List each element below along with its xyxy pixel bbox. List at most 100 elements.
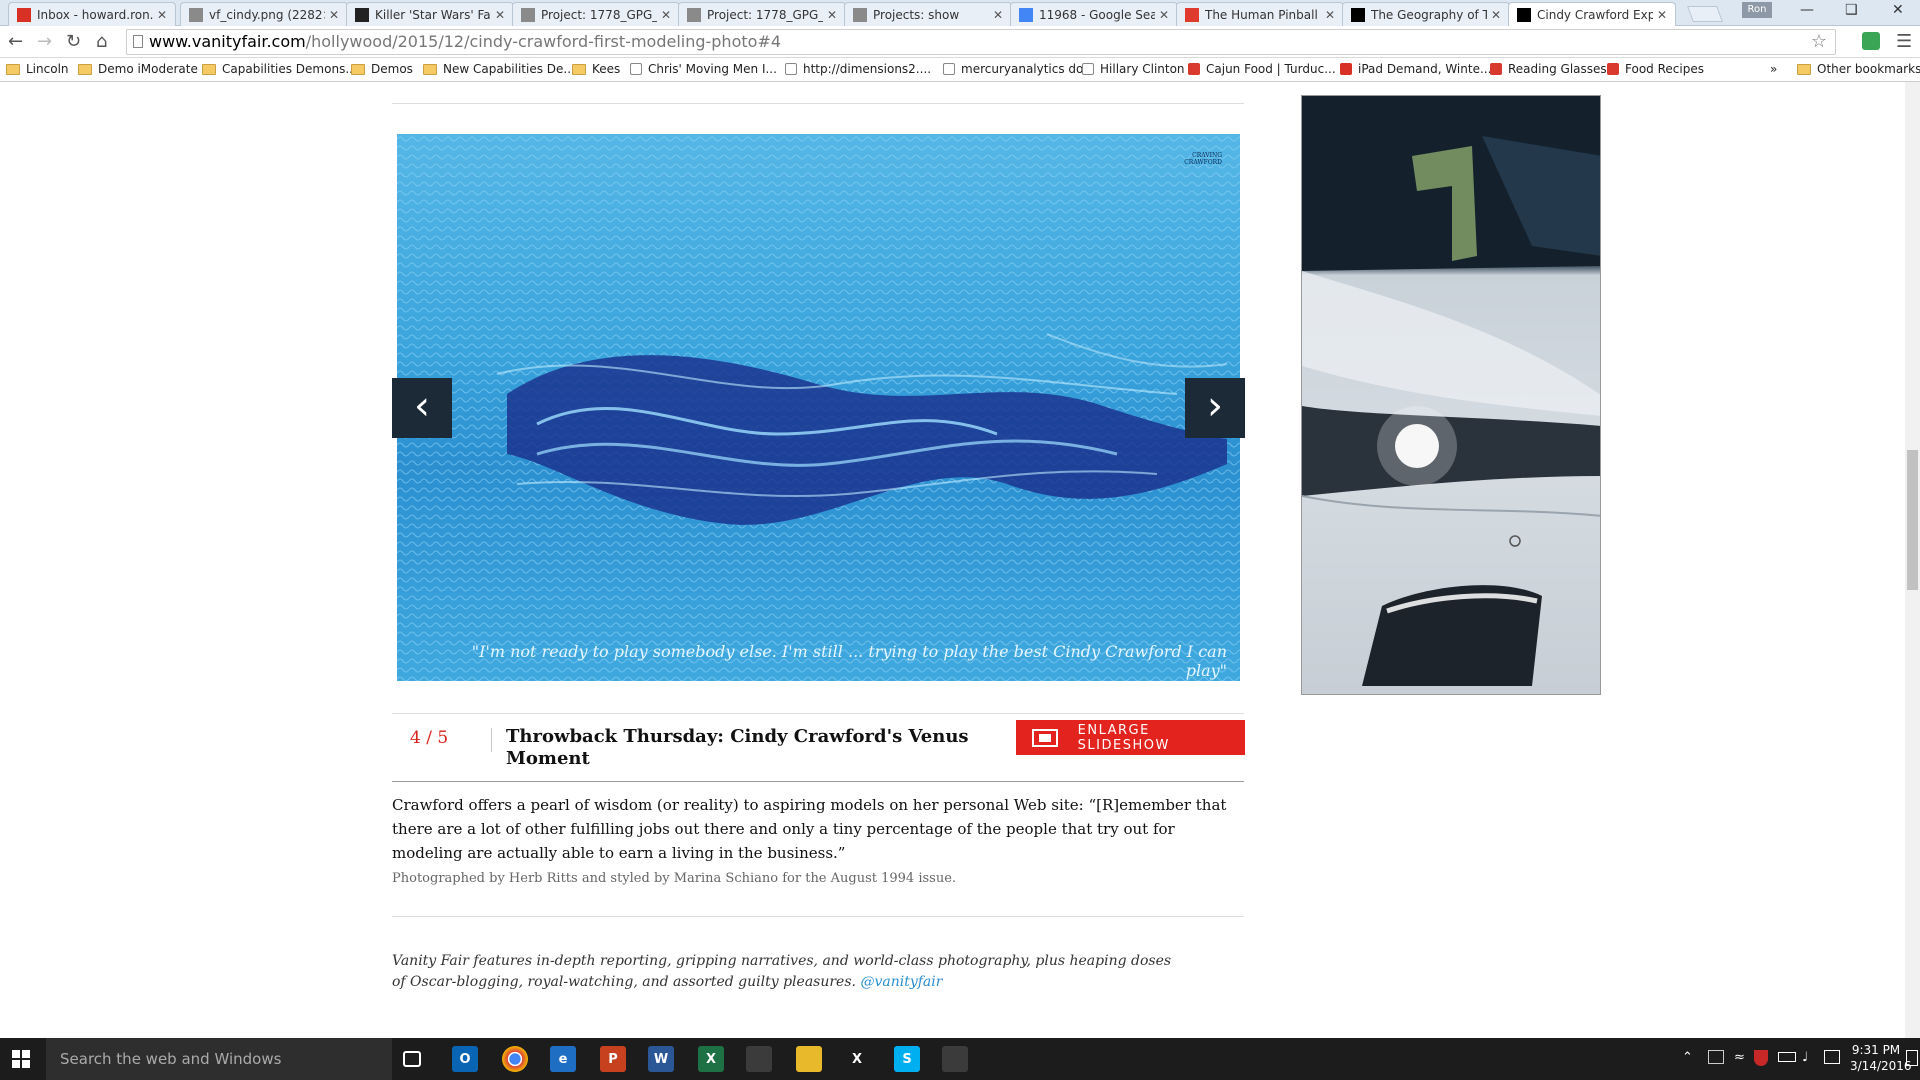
close-tab-icon[interactable]: ✕ xyxy=(993,8,1003,22)
slide-quote: "I'm not ready to play somebody else. I'… xyxy=(471,642,1227,680)
wifi-icon[interactable]: ≈ xyxy=(1734,1050,1745,1066)
minimize-icon[interactable]: — xyxy=(1800,2,1814,18)
browser-tab[interactable]: Cindy Crawford Expla ✕ xyxy=(1508,2,1676,27)
snipping-tool-icon[interactable] xyxy=(942,1046,968,1072)
browser-tab-strip: Inbox - howard.ron.a✕vf_cindy.png (2282×… xyxy=(0,0,1920,27)
browser-toolbar: ← → ↻ ⌂ www.vanityfair.com/hollywood/201… xyxy=(0,26,1920,58)
task-view-icon[interactable] xyxy=(403,1051,421,1067)
word-icon[interactable]: W xyxy=(648,1046,674,1072)
seven-icon xyxy=(1185,7,1199,22)
windows-start-icon[interactable] xyxy=(12,1050,30,1068)
enlarge-slideshow-button[interactable]: ENLARGE SLIDESHOW xyxy=(1016,720,1245,755)
outlook-icon[interactable]: O xyxy=(452,1046,478,1072)
tab-title: The Human Pinball St xyxy=(1205,7,1321,22)
action-center-icon[interactable] xyxy=(1906,1050,1918,1066)
paint-icon[interactable] xyxy=(746,1046,772,1072)
close-tab-icon[interactable]: ✕ xyxy=(1491,8,1501,22)
bookmark-item[interactable]: New Capabilities De... xyxy=(423,62,575,76)
bookmark-item[interactable]: http://dimensions2.... xyxy=(785,62,931,76)
restore-icon[interactable]: ❑ xyxy=(1845,2,1858,18)
bookmark-item[interactable]: iPad Demand, Winte... xyxy=(1340,62,1491,76)
enlarge-label: ENLARGE SLIDESHOW xyxy=(1077,722,1170,753)
vanityfair-twitter-link[interactable]: @vanityfair xyxy=(860,974,942,990)
bookmark-item[interactable]: Demo iModerate xyxy=(78,62,198,76)
browser-tab[interactable]: Killer 'Star Wars' Fan F ✕ xyxy=(346,2,514,26)
slide-divider-bottom xyxy=(392,781,1244,782)
browser-tab[interactable]: vf_cindy.png (2282×9 ✕ xyxy=(180,2,348,26)
tray-overflow-icon[interactable]: ⌃ xyxy=(1682,1050,1693,1066)
dropbox-icon[interactable] xyxy=(1708,1050,1724,1064)
bookmark-item[interactable]: Demos xyxy=(351,62,413,76)
close-tab-icon[interactable]: ✕ xyxy=(1325,8,1335,22)
tab-title: Projects: show xyxy=(873,7,960,22)
chevron-right-icon: › xyxy=(1207,383,1223,429)
url-host: www.vanityfair.com xyxy=(149,32,306,51)
scrollbar-thumb[interactable] xyxy=(1907,450,1918,590)
powerpoint-icon[interactable]: P xyxy=(600,1046,626,1072)
browser-tab[interactable]: Project: 1778_GPG_AE ✕ xyxy=(678,2,846,26)
close-tab-icon[interactable]: ✕ xyxy=(661,8,671,22)
bookmark-label: Demo iModerate xyxy=(98,62,198,76)
pool-photo xyxy=(397,134,1240,681)
car-advertisement[interactable] xyxy=(1301,95,1601,695)
bookmarks-overflow-button[interactable]: » xyxy=(1770,62,1777,76)
tab-title: vf_cindy.png (2282×9 xyxy=(209,7,325,22)
reload-icon[interactable]: ↻ xyxy=(66,31,81,52)
battery-icon[interactable] xyxy=(1778,1052,1796,1062)
close-tab-icon[interactable]: ✕ xyxy=(1657,8,1667,22)
bookmark-item[interactable]: Capabilities Demons... xyxy=(202,62,357,76)
profile-button[interactable]: Ron xyxy=(1742,2,1772,18)
taskbar-clock[interactable]: 9:31 PM 3/14/2016 xyxy=(1850,1042,1912,1074)
bookmark-item[interactable]: Reading Glasses xyxy=(1490,62,1607,76)
bookmark-item[interactable]: Hillary Clinton xyxy=(1082,62,1185,76)
new-tab-button[interactable] xyxy=(1687,6,1723,22)
folder-icon xyxy=(1797,63,1811,75)
close-tab-icon[interactable]: ✕ xyxy=(329,8,339,22)
close-window-icon[interactable]: ✕ xyxy=(1892,2,1904,18)
back-icon[interactable]: ← xyxy=(8,31,23,52)
bookmark-item[interactable]: Chris' Moving Men I... xyxy=(630,62,777,76)
menu-icon[interactable]: ☰ xyxy=(1896,31,1912,52)
tab-title: Killer 'Star Wars' Fan F xyxy=(375,7,491,22)
close-tab-icon[interactable]: ✕ xyxy=(495,8,505,22)
page-icon xyxy=(133,35,143,48)
page-scrollbar[interactable] xyxy=(1905,82,1920,1038)
bookmark-item[interactable]: mercuryanalytics do... xyxy=(943,62,1095,76)
close-tab-icon[interactable]: ✕ xyxy=(157,8,167,22)
xmind-icon[interactable]: X xyxy=(844,1046,870,1072)
bookmark-item[interactable]: Lincoln xyxy=(6,62,69,76)
chevron-left-icon: ‹ xyxy=(414,383,430,429)
bookmark-label: Chris' Moving Men I... xyxy=(648,62,777,76)
mcafee-icon[interactable] xyxy=(1754,1050,1768,1066)
bookmark-item[interactable]: Food Recipes xyxy=(1607,62,1704,76)
browser-tab[interactable]: Inbox - howard.ron.a ✕ xyxy=(8,2,176,26)
previous-slide-button[interactable]: ‹ xyxy=(392,378,452,438)
slide-sidebar-text: CRAVING CRAWFORD xyxy=(1184,152,1222,166)
edge-icon[interactable]: e xyxy=(550,1046,576,1072)
gmail-icon xyxy=(17,7,31,22)
home-icon[interactable]: ⌂ xyxy=(96,31,107,52)
chrome-icon[interactable] xyxy=(502,1046,528,1072)
file-explorer-icon[interactable] xyxy=(796,1046,822,1072)
browser-tab[interactable]: Projects: show ✕ xyxy=(844,2,1012,26)
bookmark-star-icon[interactable]: ☆ xyxy=(1811,30,1827,54)
close-tab-icon[interactable]: ✕ xyxy=(1159,8,1169,22)
skype-icon[interactable]: S xyxy=(894,1046,920,1072)
extension-icon[interactable] xyxy=(1862,32,1880,50)
excel-icon[interactable]: X xyxy=(698,1046,724,1072)
browser-tab[interactable]: 11968 - Google Searc ✕ xyxy=(1010,2,1178,26)
keyboard-icon[interactable] xyxy=(1824,1050,1840,1064)
browser-tab[interactable]: Project: 1778_GPG_AE ✕ xyxy=(512,2,680,26)
forward-icon[interactable]: → xyxy=(37,31,52,52)
browser-tab[interactable]: The Geography of Tr ✕ xyxy=(1342,2,1510,26)
other-bookmarks-folder[interactable]: Other bookmarks xyxy=(1797,62,1920,76)
google-icon xyxy=(1019,7,1033,22)
taskbar-search-box[interactable]: Search the web and Windows xyxy=(46,1038,392,1080)
bookmark-item[interactable]: Kees xyxy=(572,62,620,76)
address-bar[interactable]: www.vanityfair.com/hollywood/2015/12/cin… xyxy=(126,29,1836,55)
volume-icon[interactable]: ♩ xyxy=(1802,1050,1808,1066)
browser-tab[interactable]: The Human Pinball St ✕ xyxy=(1176,2,1344,26)
bookmark-item[interactable]: Cajun Food | Turduc... xyxy=(1188,62,1336,76)
next-slide-button[interactable]: › xyxy=(1185,378,1245,438)
close-tab-icon[interactable]: ✕ xyxy=(827,8,837,22)
